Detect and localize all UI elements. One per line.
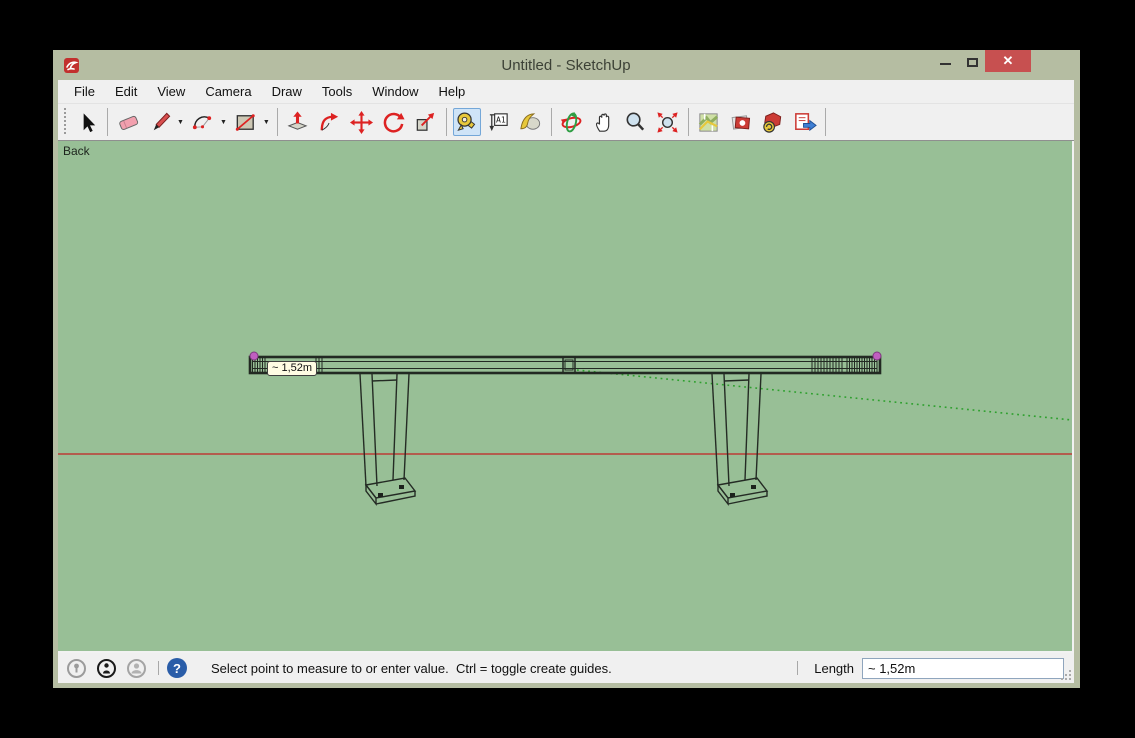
share-model-tool-button[interactable] — [791, 108, 819, 136]
resize-grip[interactable] — [1061, 670, 1071, 680]
geolocation-status-icon[interactable] — [66, 658, 87, 679]
toolbar: ▼ ▼ ▼ — [58, 104, 1074, 141]
orbit-tool-button[interactable] — [558, 108, 586, 136]
menubar: File Edit View Camera Draw Tools Window … — [58, 80, 1074, 104]
move-icon — [349, 110, 374, 135]
menu-window[interactable]: Window — [362, 84, 428, 99]
arc-tool-button[interactable] — [189, 108, 217, 136]
menu-help[interactable]: Help — [429, 84, 476, 99]
dimension-tool-button[interactable]: A1 — [485, 108, 513, 136]
toolbar-separator — [107, 108, 108, 136]
paint-bucket-icon — [518, 110, 543, 135]
tape-measure-tool-button[interactable] — [453, 108, 481, 136]
rectangle-dropdown-arrow-icon[interactable]: ▼ — [263, 119, 270, 126]
dimension-label: A1 — [496, 114, 506, 124]
model-wireframe — [58, 141, 1072, 651]
line-tool-button[interactable] — [146, 108, 174, 136]
push-pull-icon — [285, 110, 310, 135]
orbit-icon — [559, 110, 584, 135]
pencil-icon — [148, 110, 173, 135]
get-models-icon — [760, 110, 785, 135]
rectangle-tool-button[interactable] — [232, 108, 260, 136]
statusbar-separator — [158, 661, 159, 675]
measure-end-point — [873, 352, 881, 360]
scale-icon — [413, 110, 438, 135]
maximize-button[interactable] — [957, 50, 987, 72]
left-leg — [360, 374, 415, 504]
right-leg — [712, 374, 767, 504]
credit-attribution-icon[interactable] — [96, 658, 117, 679]
titlebar[interactable]: Untitled - SketchUp ✕ — [58, 50, 1074, 80]
arc-icon — [190, 110, 215, 135]
measurement-tooltip: ~ 1,52m — [267, 361, 317, 376]
toolbar-separator — [277, 108, 278, 136]
minimize-button[interactable] — [930, 50, 960, 72]
pan-hand-icon — [591, 110, 616, 135]
help-button[interactable]: ? — [167, 658, 187, 678]
menu-edit[interactable]: Edit — [105, 84, 147, 99]
close-button[interactable]: ✕ — [985, 50, 1031, 72]
rotate-tool-button[interactable] — [380, 108, 408, 136]
menu-camera[interactable]: Camera — [195, 84, 261, 99]
zoom-extents-icon — [655, 110, 680, 135]
follow-me-tool-button[interactable] — [316, 108, 344, 136]
follow-me-icon — [317, 110, 342, 135]
inference-dotted-line — [577, 370, 1072, 420]
eraser-tool-button[interactable] — [114, 108, 142, 136]
scale-tool-button[interactable] — [412, 108, 440, 136]
sketchup-window: Untitled - SketchUp ✕ File Edit View Cam… — [53, 50, 1080, 688]
tape-measure-icon — [454, 110, 479, 135]
zoom-extents-tool-button[interactable] — [654, 108, 682, 136]
zoom-magnifier-icon — [623, 110, 648, 135]
arc-dropdown-arrow-icon[interactable]: ▼ — [220, 119, 227, 126]
map-icon — [696, 110, 721, 135]
zoom-tool-button[interactable] — [622, 108, 650, 136]
statusbar-separator — [797, 661, 798, 675]
get-models-tool-button[interactable] — [759, 108, 787, 136]
statusbar: ? Select point to measure to or enter va… — [58, 653, 1074, 683]
menu-file[interactable]: File — [64, 84, 105, 99]
select-arrow-icon — [75, 110, 100, 135]
line-dropdown-arrow-icon[interactable]: ▼ — [177, 119, 184, 126]
rotate-icon — [381, 110, 406, 135]
measure-start-point — [250, 352, 258, 360]
toolbar-separator — [551, 108, 552, 136]
minimize-icon — [940, 63, 951, 65]
pan-tool-button[interactable] — [590, 108, 618, 136]
sign-in-icon[interactable] — [126, 658, 147, 679]
toolbar-separator — [688, 108, 689, 136]
window-title: Untitled - SketchUp — [58, 57, 1074, 74]
toolbar-separator — [825, 108, 826, 136]
push-pull-tool-button[interactable] — [284, 108, 312, 136]
measurement-box-label: Length — [814, 661, 854, 676]
select-tool-button[interactable] — [73, 108, 101, 136]
rectangle-icon — [233, 110, 258, 135]
measurement-input[interactable] — [862, 658, 1064, 679]
toolbar-separator — [446, 108, 447, 136]
move-tool-button[interactable] — [348, 108, 376, 136]
maximize-icon — [967, 58, 978, 67]
status-hint-text: Select point to measure to or enter valu… — [211, 661, 612, 676]
photo-textures-tool-button[interactable] — [727, 108, 755, 136]
dimension-icon: A1 — [486, 110, 511, 135]
photo-textures-icon — [728, 110, 753, 135]
menu-view[interactable]: View — [147, 84, 195, 99]
add-location-tool-button[interactable] — [695, 108, 723, 136]
menu-tools[interactable]: Tools — [312, 84, 362, 99]
menu-draw[interactable]: Draw — [262, 84, 312, 99]
paint-bucket-tool-button[interactable] — [517, 108, 545, 136]
view-name-label: Back — [63, 144, 90, 158]
drawing-canvas[interactable]: Back ~ 1,52m — [58, 141, 1074, 653]
eraser-icon — [116, 110, 141, 135]
share-model-icon — [792, 110, 817, 135]
toolbar-drag-handle[interactable] — [63, 108, 68, 136]
